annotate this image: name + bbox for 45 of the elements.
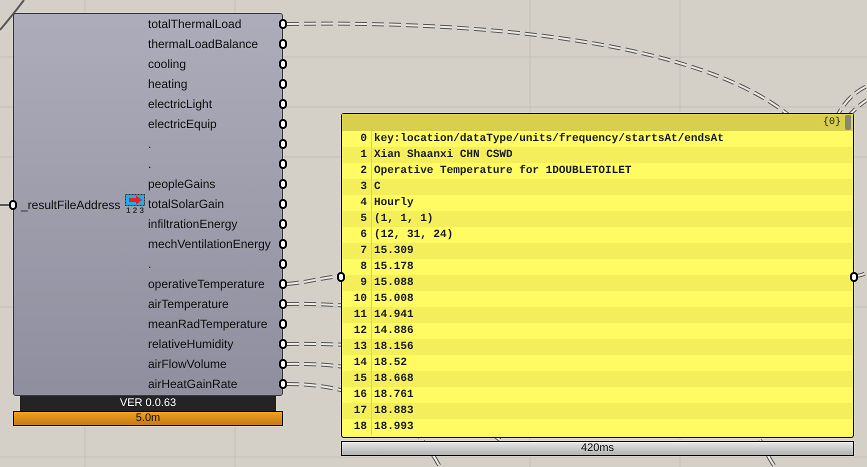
row-value: 14.941 — [373, 308, 414, 323]
output-label: airTemperature — [148, 296, 229, 313]
row-value: 18.156 — [373, 340, 414, 355]
row-index: 18 — [342, 419, 372, 435]
output-label: totalThermalLoad — [148, 16, 242, 33]
output-label: . — [148, 156, 152, 173]
row-value: 18.52 — [373, 356, 408, 371]
row-value: 15.309 — [373, 244, 414, 259]
output-label: infiltrationEnergy — [148, 216, 238, 233]
row-value: 18.761 — [373, 388, 414, 403]
row-value: key:location/dataType/units/frequency/startsAt/endsAt — [373, 132, 724, 147]
output-label: meanRadTemperature — [148, 316, 268, 333]
row-value: (1, 1, 1) — [373, 212, 434, 227]
output-label: airFlowVolume — [148, 356, 227, 373]
output-label: peopleGains — [148, 176, 216, 193]
row-value: (12, 31, 24) — [373, 228, 454, 243]
output-label: . — [148, 256, 152, 273]
output-label: heating — [148, 76, 188, 93]
row-value: 14.886 — [373, 324, 414, 339]
output-label: airHeatGainRate — [148, 376, 238, 393]
row-value: 18.993 — [373, 420, 414, 435]
branch-path-label: {0} — [822, 116, 841, 130]
row-value: Xian Shaanxi CHN CSWD — [373, 148, 513, 163]
row-value: 18.668 — [373, 372, 414, 387]
timer-label: 420ms — [580, 442, 614, 455]
row-value: Operative Temperature for 1DOUBLETOILET — [373, 164, 632, 179]
scrollbar-thumb[interactable] — [845, 115, 851, 130]
output-label: thermalLoadBalance — [148, 36, 258, 53]
row-value: 15.008 — [373, 292, 414, 307]
row-value: C — [373, 180, 381, 195]
output-label: electricEquip — [148, 116, 217, 133]
output-label: . — [148, 136, 152, 153]
input-label: _resultFileAddress — [21, 196, 120, 214]
row-value: 15.178 — [373, 260, 414, 275]
row-value: Hourly — [373, 196, 414, 211]
row-value: 15.088 — [373, 276, 414, 291]
output-label: electricLight — [148, 96, 212, 113]
output-label: mechVentilationEnergy — [148, 236, 271, 253]
output-label: totalSolarGain — [148, 196, 224, 213]
row-value: 18.883 — [373, 404, 414, 419]
output-label: cooling — [148, 56, 186, 73]
timer-label: 5.0m — [136, 412, 160, 425]
version-label: VER 0.0.63 — [120, 397, 176, 410]
output-label: relativeHumidity — [148, 336, 234, 353]
output-label: operativeTemperature — [148, 276, 265, 293]
